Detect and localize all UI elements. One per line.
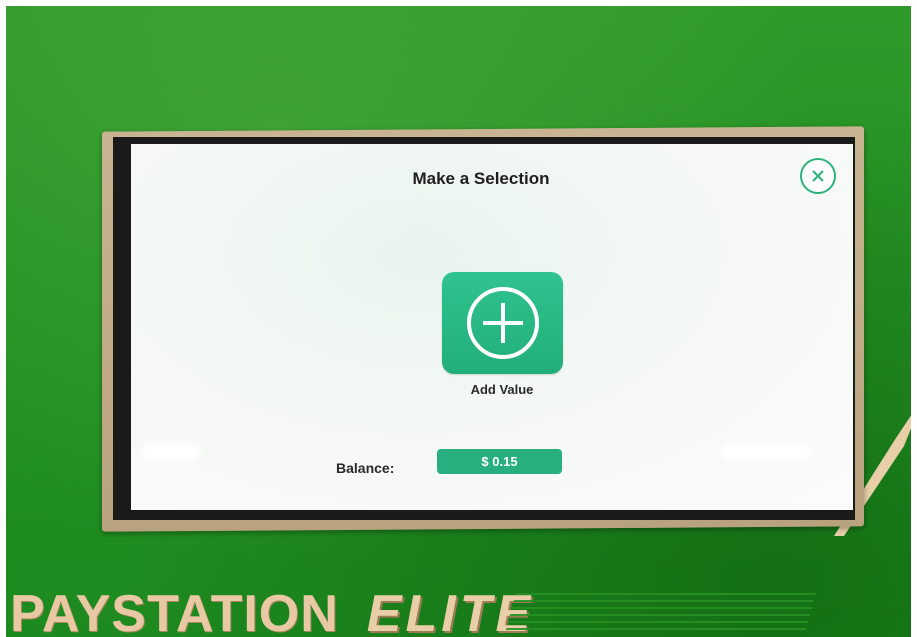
touch-screen: Make a Selection Add Value Balance: $ 0.…	[131, 144, 853, 510]
close-button[interactable]	[800, 158, 836, 194]
brand-stripes	[504, 588, 818, 634]
add-value-button[interactable]	[442, 272, 563, 374]
screen-glare	[721, 444, 811, 460]
add-value-label: Add Value	[470, 382, 534, 397]
brand-tagline: ELITE	[366, 585, 535, 637]
close-icon	[812, 170, 824, 182]
brand-logo: PAYSTATION ELITE	[10, 580, 534, 637]
balance-value: $ 0.15	[437, 449, 562, 474]
page-title: Make a Selection	[412, 169, 550, 188]
kiosk-photo: Make a Selection Add Value Balance: $ 0.…	[6, 6, 911, 637]
balance-label: Balance:	[336, 460, 395, 476]
brand-name: PAYSTATION	[10, 585, 339, 637]
screen-glare	[141, 444, 201, 460]
plus-circle-icon	[466, 287, 539, 359]
